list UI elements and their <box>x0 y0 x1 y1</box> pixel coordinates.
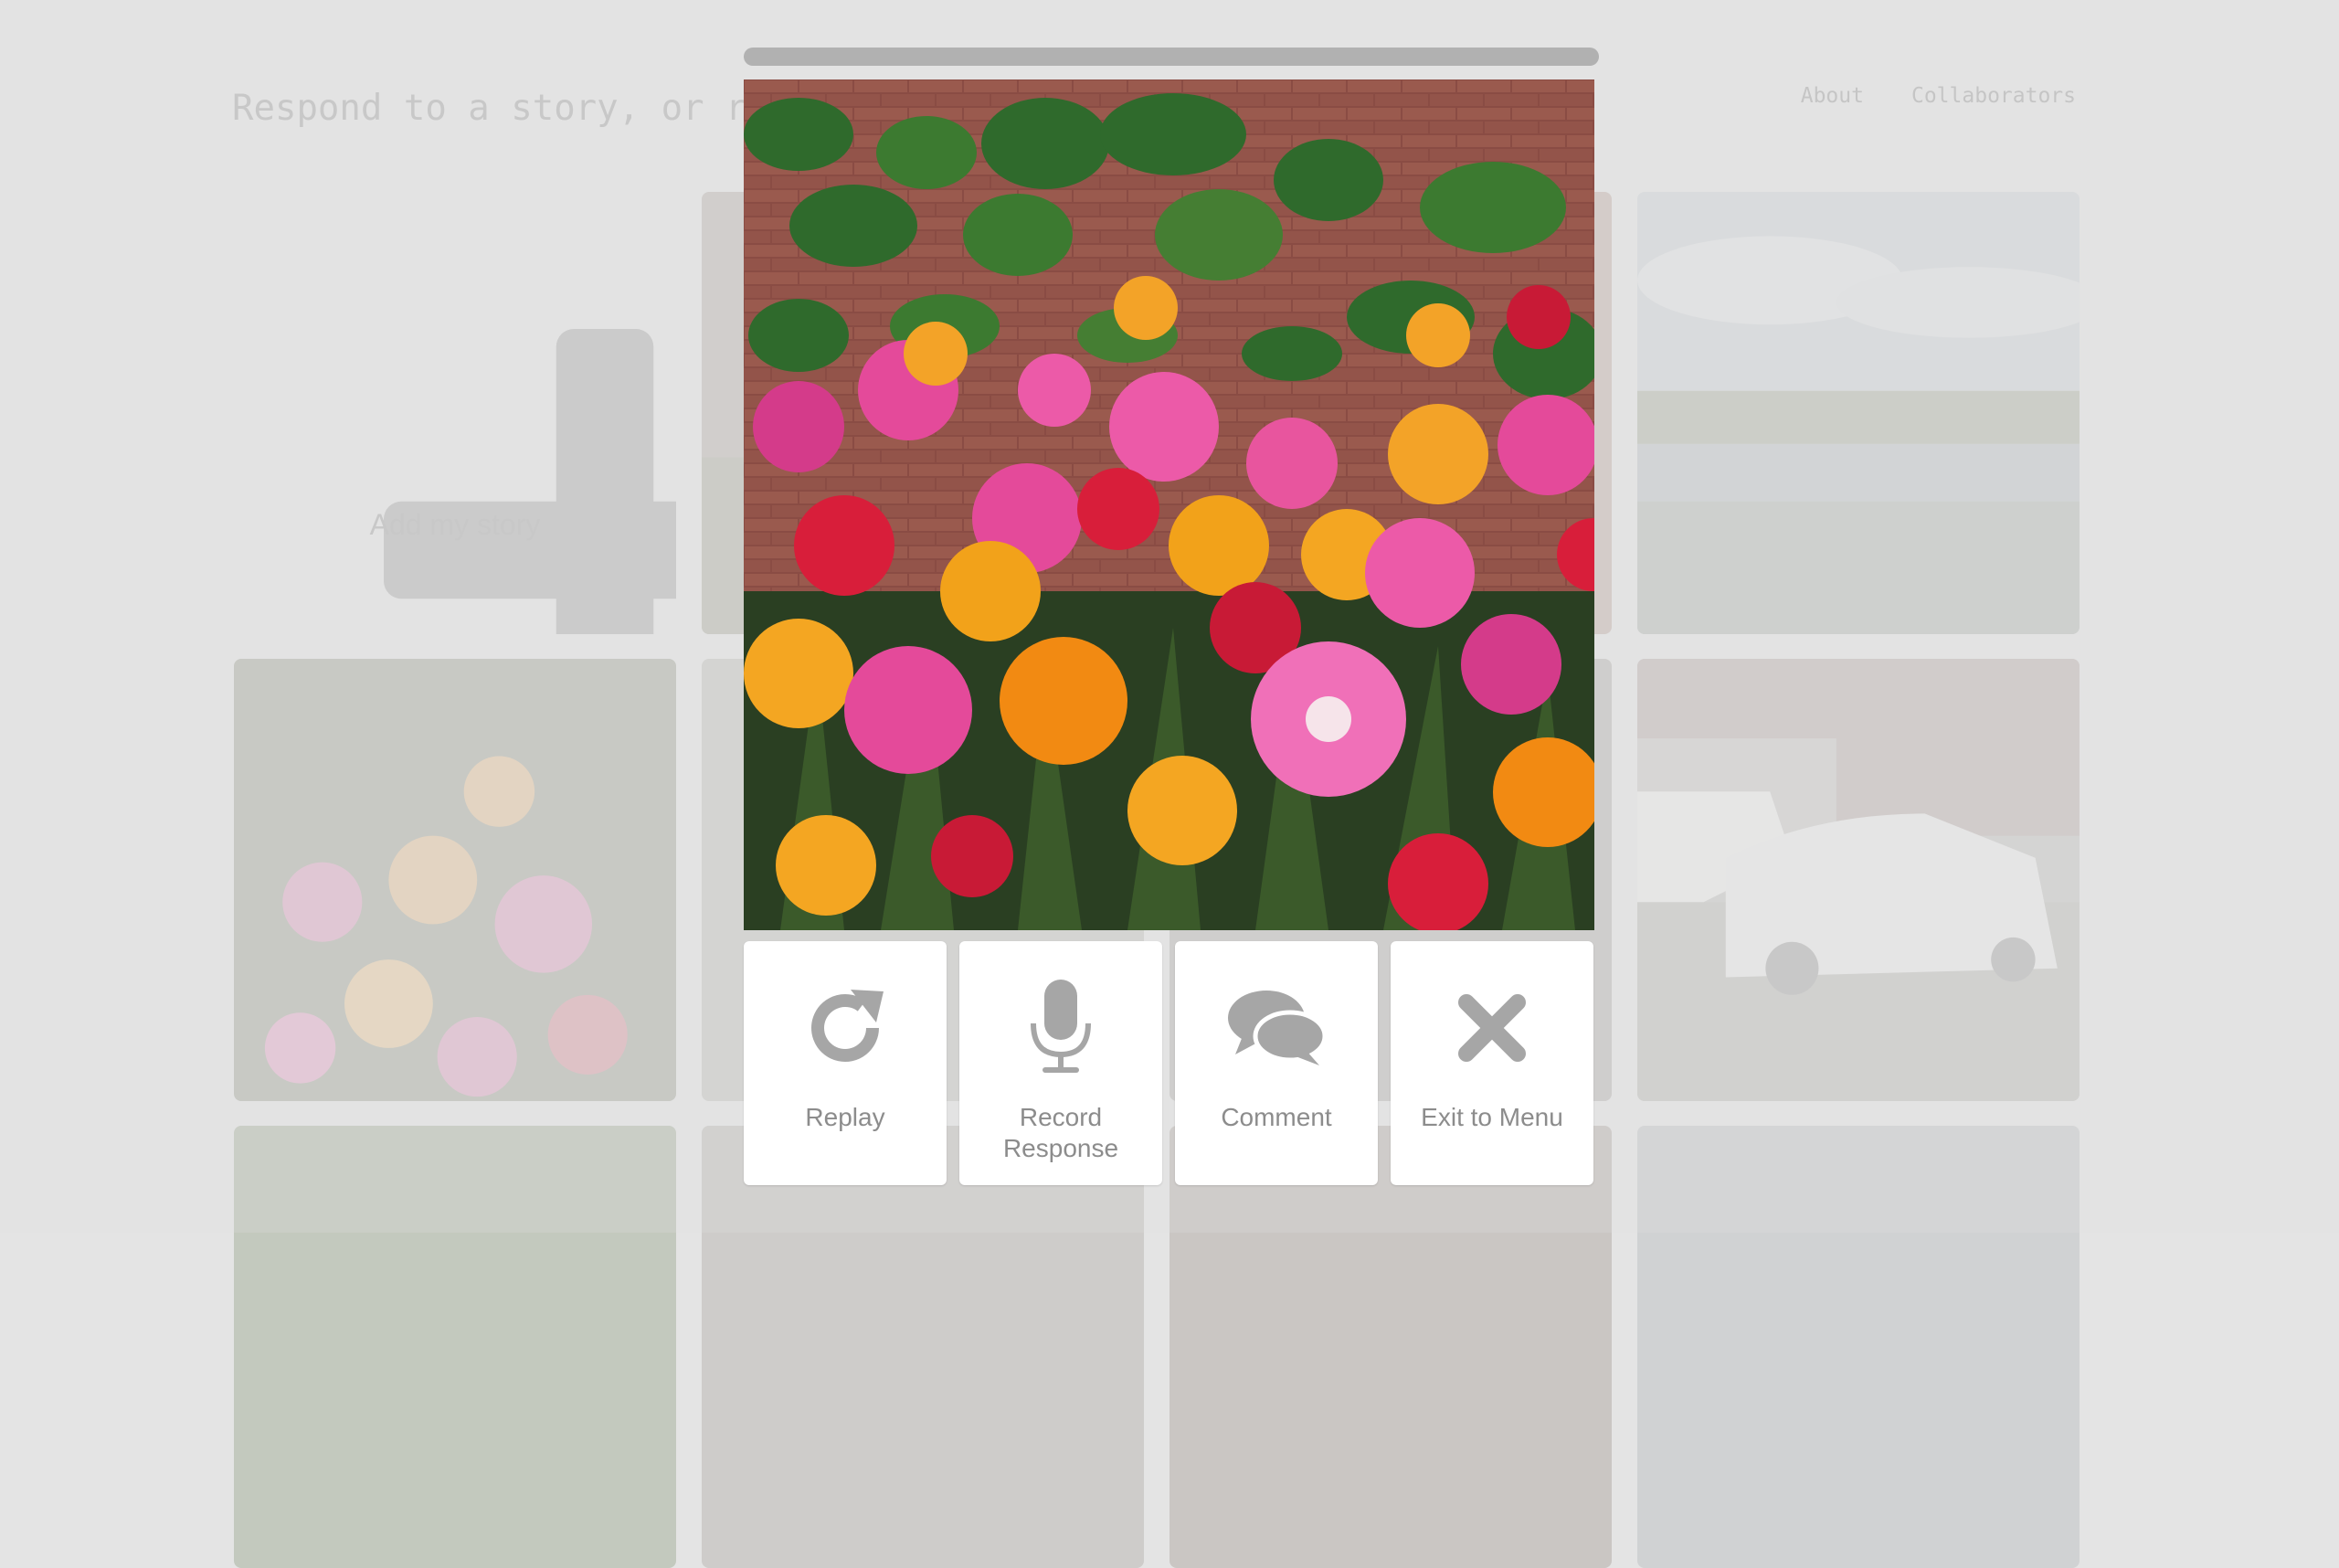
replay-icon <box>795 978 895 1078</box>
comment-label: Comment <box>1221 1103 1332 1131</box>
comment-icon <box>1226 978 1327 1078</box>
player-actions: Replay Record Response Comment Exit to M… <box>744 941 1593 1185</box>
replay-button[interactable]: Replay <box>744 941 947 1185</box>
record-response-label: Record Response <box>1002 1103 1119 1162</box>
microphone-icon <box>1011 978 1111 1078</box>
story-photo <box>744 79 1594 930</box>
exit-to-menu-label: Exit to Menu <box>1421 1103 1563 1131</box>
playback-progress-bar[interactable] <box>744 48 1599 66</box>
tulips-photo-image <box>744 79 1594 930</box>
record-response-button[interactable]: Record Response <box>959 941 1162 1185</box>
comment-button[interactable]: Comment <box>1175 941 1378 1185</box>
story-player-modal: Replay Record Response Comment Exit to M… <box>744 48 1599 1185</box>
close-icon <box>1442 978 1542 1078</box>
replay-label: Replay <box>805 1103 885 1131</box>
exit-to-menu-button[interactable]: Exit to Menu <box>1391 941 1593 1185</box>
